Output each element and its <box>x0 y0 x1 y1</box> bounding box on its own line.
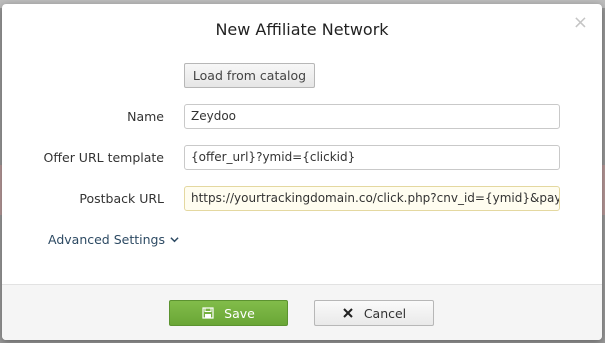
postback-url-field[interactable]: https://yourtrackingdomain.co/click.php?… <box>184 186 560 211</box>
x-icon <box>343 308 353 318</box>
offer-url-template-label: Offer URL template <box>43 150 164 165</box>
offer-url-template-field[interactable]: {offer_url}?ymid={clickid} <box>184 145 560 170</box>
postback-url-label: Postback URL <box>79 191 164 206</box>
cancel-button[interactable]: Cancel <box>314 300 434 326</box>
dialog-title: New Affiliate Network <box>215 20 389 39</box>
advanced-settings-toggle[interactable]: Advanced Settings <box>48 232 179 247</box>
load-from-catalog-button[interactable]: Load from catalog <box>184 63 315 88</box>
chevron-down-icon <box>170 237 179 243</box>
save-label: Save <box>224 305 255 321</box>
floppy-disk-icon <box>202 307 214 319</box>
name-label: Name <box>127 109 164 124</box>
name-field[interactable]: Zeydoo <box>184 104 560 129</box>
cancel-label: Cancel <box>363 305 407 321</box>
advanced-settings-label: Advanced Settings <box>48 232 165 247</box>
save-button[interactable]: Save <box>169 300 288 326</box>
close-icon[interactable]: × <box>573 14 588 32</box>
dialog-footer: Save Cancel <box>2 284 602 340</box>
new-affiliate-network-dialog: New Affiliate Network × Load from catalo… <box>2 4 602 340</box>
